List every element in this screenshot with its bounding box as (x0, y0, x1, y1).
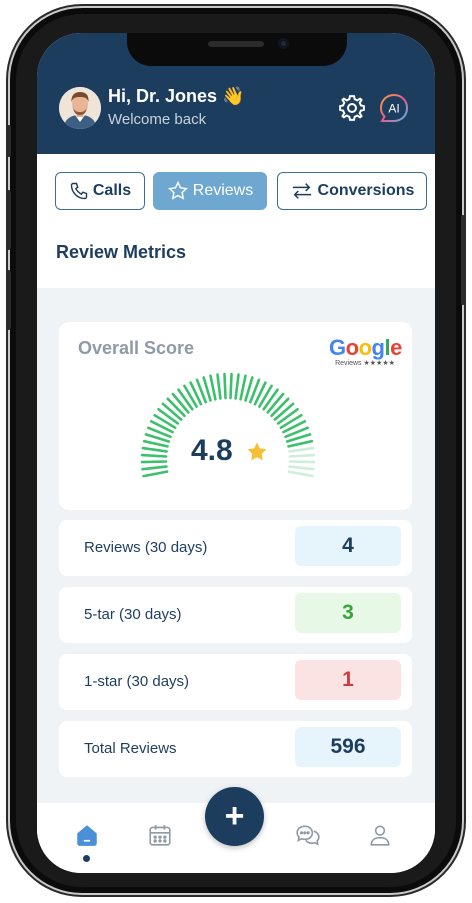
metric-label: Total Reviews (84, 740, 177, 757)
gear-icon[interactable] (337, 93, 367, 123)
ai-label: AI (388, 102, 399, 116)
metric-value: 596 (295, 727, 401, 767)
volume-down-button (7, 270, 11, 330)
gauge-tick-filled (229, 372, 233, 400)
gauge-tick-filled (177, 388, 194, 411)
gauge-tick-filled (141, 465, 168, 471)
welcome-subtitle: Welcome back (108, 111, 207, 128)
add-button[interactable]: + (205, 787, 264, 846)
overall-score-card: Overall Score Google Reviews ★★★★★ 4.8 (59, 322, 412, 510)
avatar[interactable] (59, 87, 101, 129)
google-reviews-logo: Google Reviews ★★★★★ (329, 335, 402, 368)
star-outline-icon (167, 180, 188, 200)
ai-assistant-button[interactable]: AI (379, 93, 409, 123)
gauge-tick-filled (140, 460, 168, 464)
section-title: Review Metrics (56, 242, 187, 262)
power-button (461, 215, 465, 305)
gauge-tick-filled (142, 439, 169, 448)
gauge-tick-filled (276, 407, 299, 425)
metric-value: 1 (295, 660, 401, 700)
phone-notch (127, 33, 347, 66)
metric-row-one-star: 1-star (30 days) 1 (59, 654, 412, 710)
calendar-icon[interactable] (147, 822, 173, 848)
gauge-tick-filled (234, 373, 240, 400)
star-icon (247, 442, 267, 461)
gauge-tick-empty (287, 470, 314, 478)
gauge-tick-filled (141, 446, 168, 453)
active-nav-indicator (83, 855, 90, 862)
phone-camera (278, 38, 289, 49)
overall-score-value: 4.8 (191, 434, 233, 467)
metric-label: 1-star (30 days) (84, 673, 190, 690)
gauge-tick-filled (161, 402, 183, 421)
silent-switch (7, 125, 11, 157)
phone-icon (70, 182, 88, 200)
chat-icon[interactable] (295, 822, 321, 848)
tab-calls[interactable]: Calls (55, 172, 145, 210)
gauge-tick-filled (209, 374, 217, 401)
tab-calls-label: Calls (92, 182, 132, 199)
gauge-tick-filled (266, 392, 285, 414)
gauge-tick-filled (262, 388, 279, 411)
gauge-tick-filled (223, 372, 227, 400)
gauge-tick-filled (287, 439, 314, 448)
app-screen: Hi, Dr. Jones 👋 Welcome back AI Calls Re… (37, 33, 435, 873)
metric-value: 3 (295, 593, 401, 633)
gauge-tick-filled (166, 397, 186, 418)
volume-up-button (7, 190, 11, 250)
greeting-title: Hi, Dr. Jones 👋 (108, 86, 245, 106)
tab-conversions[interactable]: Conversions (277, 172, 427, 210)
gauge-tick-filled (171, 392, 190, 414)
tab-conversions-label: Conversions (317, 182, 415, 199)
tab-reviews-label: Reviews (192, 182, 254, 199)
metric-row-reviews: Reviews (30 days) 4 (59, 520, 412, 576)
gauge-tick-empty (288, 460, 316, 464)
gauge-tick-empty (288, 465, 315, 471)
metric-row-five-star: 5-tar (30 days) 3 (59, 587, 412, 643)
profile-icon[interactable] (367, 822, 393, 848)
gauge-tick-filled (270, 397, 290, 418)
metric-label: 5-tar (30 days) (84, 606, 182, 623)
gauge-tick-filled (140, 453, 168, 458)
home-icon[interactable] (74, 822, 100, 848)
gauge-tick-filled (239, 374, 247, 401)
tabs-section: Calls Reviews Conversions Review Metrics (37, 154, 435, 288)
overall-score-label: Overall Score (78, 338, 195, 358)
metric-label: Reviews (30 days) (84, 539, 208, 556)
phone-speaker (208, 41, 264, 47)
metric-value: 4 (295, 526, 401, 566)
google-reviews-caption: Reviews ★★★★★ (335, 360, 395, 367)
convert-arrows-icon (292, 183, 311, 199)
gauge-tick-empty (288, 446, 315, 453)
metric-row-total: Total Reviews 596 (59, 721, 412, 777)
tab-reviews[interactable]: Reviews (153, 172, 267, 210)
gauge-tick-empty (288, 453, 316, 458)
gauge-tick-filled (157, 407, 180, 425)
gauge-tick-filled (142, 470, 169, 478)
gauge-tick-filled (216, 373, 222, 400)
gauge-tick-filled (273, 402, 295, 421)
google-wordmark: Google (329, 335, 402, 360)
